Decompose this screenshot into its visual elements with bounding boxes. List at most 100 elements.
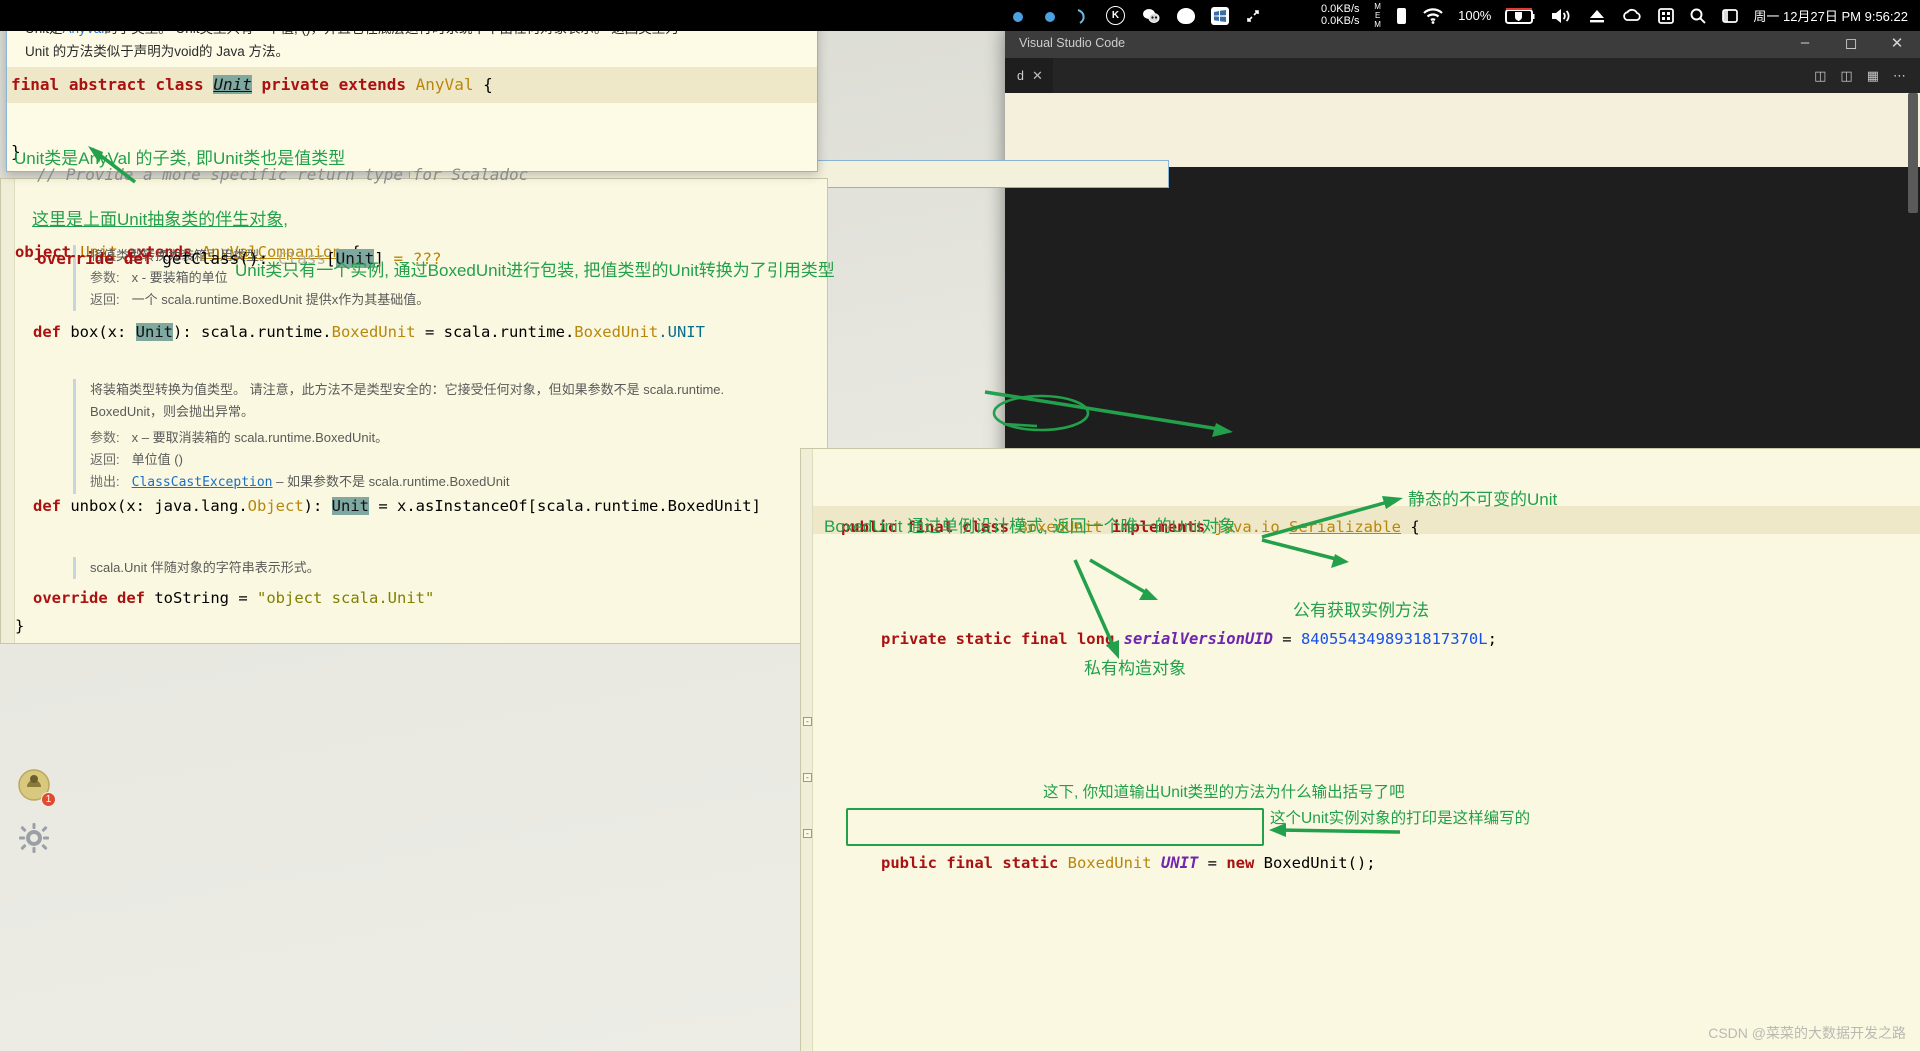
tostring-eq: =: [238, 589, 258, 607]
doc2-return-label: 返回:: [90, 452, 120, 467]
unbox-method-name: unbox: [70, 497, 118, 515]
anyval-type: AnyVal: [415, 75, 474, 94]
doc2-param-label: 参数:: [90, 430, 120, 445]
network-speed: 0.0KB/s 0.0KB/s: [1320, 2, 1360, 27]
system-tray[interactable]: 0.0KB/s 0.0KB/s MEM 100% 周一 12月27日 PM 9:…: [1321, 2, 1920, 29]
kw-class: class: [155, 75, 204, 94]
battery-icon[interactable]: [1505, 6, 1535, 26]
annotation-unit-subclass: Unit类是AnyVal 的子类, 即Unit类也是值类型: [14, 149, 346, 168]
unbox-ret-type: Unit: [331, 497, 369, 515]
doc2-line1: 将装箱类型转换为值类型。 请注意，此方法不是类型安全的：它接受任何对象，但如果参…: [90, 382, 725, 397]
unbox-param-open: (x: java.lang.: [117, 497, 248, 515]
fold-marker-1[interactable]: -: [803, 717, 812, 726]
editor-surface: [1005, 93, 1920, 167]
chevron-icon[interactable]: [1074, 7, 1090, 25]
kw-abstract: abstract: [68, 75, 146, 94]
java-line-unit: public final static BoxedUnit UNIT = new…: [881, 854, 1376, 872]
more-actions-icon[interactable]: ⋯: [1893, 68, 1906, 84]
unbox-tail: = x.asInstanceOf[scala.runtime.BoxedUnit…: [369, 497, 761, 515]
windows-flag-icon[interactable]: [1211, 6, 1229, 25]
unbox-mid: ):: [303, 497, 332, 515]
kw-private: private: [261, 75, 329, 94]
vertical-scrollbar[interactable]: [1908, 93, 1918, 213]
annotation-static-immutable: 静态的不可变的Unit: [1408, 490, 1558, 509]
fold-marker-2[interactable]: -: [803, 773, 812, 782]
scaladoc-box-2: 将装箱类型转换为值类型。 请注意，此方法不是类型安全的：它接受任何对象，但如果参…: [73, 379, 793, 494]
tostring-name: toString: [154, 589, 229, 607]
memory-label: MEM: [1373, 2, 1383, 29]
doc2-line2: BoxedUnit，则会抛出异常。: [90, 404, 254, 419]
toggle-panel-icon[interactable]: ▦: [1867, 68, 1879, 84]
getclass-name: getClass: [162, 249, 240, 268]
net-download-speed: 0.0KB/s: [1320, 14, 1360, 27]
serial-uid-value: 8405543498931817370L: [1300, 630, 1488, 648]
code-line-unbox-def: def unbox(x: java.lang.Object): Unit = x…: [33, 493, 761, 520]
doc2-throws-link[interactable]: ClassCastException: [132, 475, 273, 490]
editor-tab-label: d: [1017, 68, 1024, 83]
circle-k-icon[interactable]: K: [1106, 6, 1125, 25]
kw-override-2: override: [37, 249, 115, 268]
vscode-titlebar[interactable]: Visual Studio Code – ◻ ✕: [1005, 27, 1920, 58]
annotation-single-instance: Unit类只有一个实例, 通过BoxedUnit进行包装, 把值类型的Unit转…: [235, 261, 835, 280]
doc2-return-text: 单位值 (): [131, 452, 183, 467]
app-icon-settings[interactable]: [14, 818, 52, 856]
cloud-icon[interactable]: [1621, 7, 1643, 25]
fold-marker-3[interactable]: -: [803, 829, 812, 838]
sig-brace: {: [483, 75, 493, 94]
kw-final: final: [11, 75, 60, 94]
battery-percent: 100%: [1458, 8, 1492, 23]
system-taskbar[interactable]: K 0.0KB/s 0.0KB/s MEM 100% 周一 12月27日 PM …: [0, 0, 1920, 31]
shield-icon[interactable]: [1721, 7, 1739, 25]
annotation-parens-output: 这下, 你知道输出Unit类型的方法为什么输出括号了吧: [1043, 784, 1405, 801]
usb-icon[interactable]: [1395, 6, 1408, 26]
code-line-closing: }: [15, 617, 25, 635]
popup-desc-line2: Unit 的方法类似于声明为void的 Java 方法。: [25, 44, 290, 59]
kw-def-tostring: def: [117, 589, 145, 607]
doc3-text: scala.Unit 伴随对象的字符串表示形式。: [90, 560, 320, 575]
kw-def-unbox: def: [33, 497, 61, 515]
app-icon-notification[interactable]: 1: [14, 765, 56, 807]
editor-tab[interactable]: d ✕: [1005, 58, 1054, 93]
annotation-private-ctor: 私有构造对象: [1084, 659, 1186, 678]
screen-root: Visual Studio Code – ◻ ✕ d ✕ ◫ ◫ ▦ ⋯ obj…: [0, 0, 1920, 1051]
dot-blue-icon[interactable]: [1010, 8, 1026, 24]
minimize-button[interactable]: –: [1782, 27, 1828, 58]
scaladoc-box-3: scala.Unit 伴随对象的字符串表示形式。: [73, 557, 793, 579]
tostring-highlight-box: [846, 808, 1264, 846]
doc2-param-text: x – 要取消装箱的 scala.runtime.BoxedUnit。: [131, 430, 389, 445]
expand-arrows-icon[interactable]: [1245, 8, 1261, 24]
kw-extends-2: extends: [338, 75, 407, 94]
maximize-button[interactable]: ◻: [1828, 27, 1874, 58]
tostring-value: "object scala.Unit": [257, 589, 435, 607]
net-upload-speed: 0.0KB/s: [1320, 2, 1360, 15]
clock[interactable]: 周一 12月27日 PM 9:56:22: [1753, 6, 1908, 25]
blob-icon[interactable]: [1177, 7, 1195, 24]
annotation-companion: 这里是上面Unit抽象类的伴生对象,: [32, 210, 288, 229]
volume-icon[interactable]: [1549, 6, 1573, 26]
annotation-tostring-impl: 这个Unit实例对象的打印是这样编写的: [1270, 810, 1531, 827]
search-icon[interactable]: [1689, 7, 1707, 25]
grid-icon[interactable]: [1657, 7, 1675, 25]
taskbar-app-icons[interactable]: K: [0, 6, 1261, 25]
window-buttons[interactable]: – ◻ ✕: [1782, 27, 1920, 58]
vscode-tabstrip[interactable]: d ✕ ◫ ◫ ▦ ⋯: [1005, 58, 1920, 93]
code-line-tostring: override def toString = "object scala.Un…: [33, 585, 434, 612]
doc2-throws-text: – 如果参数不是 scala.runtime.BoxedUnit: [276, 474, 510, 489]
dot-blue-icon-2[interactable]: [1042, 8, 1058, 24]
chat-bubble-icon[interactable]: [1141, 7, 1161, 25]
unit-class-name: Unit: [213, 75, 252, 94]
doc2-throws-label: 抛出:: [90, 474, 120, 489]
unit-const-name: UNIT: [1160, 854, 1199, 872]
close-button[interactable]: ✕: [1874, 27, 1920, 58]
split-editor-right-icon[interactable]: ◫: [1814, 68, 1826, 84]
java-line-serialuid: private static final long serialVersionU…: [881, 630, 1497, 648]
split-editor-down-icon[interactable]: ◫: [1840, 68, 1852, 84]
java-code-block: public final class BoxedUnit implements …: [801, 449, 1920, 1051]
boxedunit-java-editor[interactable]: public final class BoxedUnit implements …: [800, 448, 1920, 1051]
wifi-icon[interactable]: [1422, 7, 1444, 25]
close-icon[interactable]: ✕: [1032, 68, 1043, 84]
popup-signature-line: final abstract class Unit private extend…: [7, 67, 817, 103]
eject-icon[interactable]: [1587, 6, 1607, 26]
editor-actions[interactable]: ◫ ◫ ▦ ⋯: [1814, 58, 1920, 93]
annotation-singleton: BoxedUnit 通过单例设计模式, 返回一个唯一的Unit对象: [824, 517, 1236, 536]
